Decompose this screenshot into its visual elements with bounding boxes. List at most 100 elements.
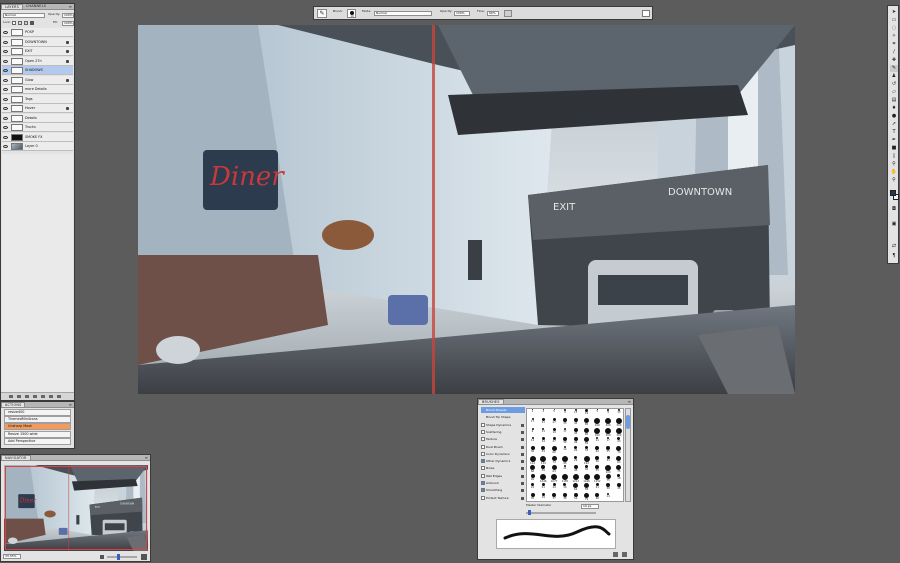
link-layers-icon[interactable] — [9, 395, 13, 398]
lock-transparent-icon[interactable] — [12, 21, 16, 25]
layer-opacity-field[interactable]: 100% — [62, 13, 74, 18]
brush-preset[interactable]: 48 — [592, 492, 603, 501]
airbrush-toggle-icon[interactable] — [504, 10, 512, 17]
layer-row[interactable]: SHADOWS — [2, 66, 73, 75]
slice-tool-icon[interactable]: / — [890, 49, 898, 56]
brush-option-lock-icon[interactable] — [521, 482, 524, 485]
brush-option-lock-icon[interactable] — [521, 467, 524, 471]
panel-menu-icon[interactable]: ≡ — [145, 455, 148, 460]
brush-preset[interactable]: 54 — [570, 492, 581, 501]
blur-tool-icon[interactable]: ♦ — [890, 105, 898, 112]
dodge-tool-icon[interactable]: ● — [890, 113, 898, 120]
visibility-eye-icon[interactable] — [3, 40, 8, 44]
brush-option-lock-icon[interactable] — [521, 489, 524, 493]
brush-option-lock-icon[interactable] — [521, 438, 524, 442]
brush-option-checkbox[interactable] — [481, 466, 485, 471]
marquee-tool-icon[interactable]: ▭ — [890, 17, 898, 24]
tab-navigator[interactable]: NAVIGATOR — [1, 455, 31, 460]
layer-row[interactable]: Hover — [2, 104, 73, 113]
brush-option-lock-icon[interactable] — [521, 474, 524, 478]
brush-preset[interactable]: 79 — [581, 492, 592, 501]
brush-option-checkbox[interactable] — [481, 459, 485, 464]
layer-row[interactable]: Trucks — [2, 123, 73, 132]
visibility-eye-icon[interactable] — [3, 126, 8, 129]
action-item[interactable]: ThemedMiniIcons — [4, 416, 71, 424]
brush-option-row[interactable]: Noise — [481, 465, 525, 471]
layer-row[interactable]: EXIT — [2, 47, 73, 56]
brush-option-row[interactable]: Shape Dynamics — [481, 422, 525, 428]
add-mask-icon[interactable] — [25, 395, 29, 398]
brush-option-checkbox[interactable] — [481, 444, 485, 449]
palette-well-icon[interactable] — [642, 10, 650, 17]
jump-to-imageready-icon[interactable]: ⇄ — [890, 243, 898, 250]
layer-row[interactable]: more Details — [2, 85, 73, 94]
tab-layers[interactable]: LAYERS — [1, 4, 23, 9]
brush-preset[interactable]: 19 — [538, 492, 549, 501]
brush-option-row[interactable]: Wet Edges — [481, 473, 525, 479]
tab-brushes[interactable]: BRUSHES — [478, 399, 504, 404]
visibility-eye-icon[interactable] — [3, 135, 8, 139]
brush-option-lock-icon[interactable] — [521, 452, 524, 456]
move-tool-icon[interactable]: ➤ — [890, 9, 898, 16]
new-layer-icon[interactable] — [49, 395, 53, 398]
visibility-eye-icon[interactable] — [3, 31, 8, 34]
brush-preset[interactable]: 45 — [613, 483, 623, 493]
brush-preset[interactable]: 38 — [559, 492, 570, 501]
flow-field[interactable]: 60% — [487, 11, 499, 16]
brush-option-lock-icon[interactable] — [521, 460, 524, 464]
layer-style-icon[interactable] — [17, 395, 21, 398]
zoom-slider-thumb[interactable] — [117, 554, 120, 560]
visibility-eye-icon[interactable] — [3, 145, 8, 148]
layer-row[interactable]: Open 27h — [2, 56, 73, 66]
brush-option-row[interactable]: Dual Brush — [481, 444, 525, 450]
pen-tool-icon[interactable]: ✒ — [890, 137, 898, 144]
magic-wand-tool-icon[interactable]: ✧ — [890, 33, 898, 40]
brush-option-lock-icon[interactable] — [521, 430, 524, 434]
brush-tool-preset-icon[interactable]: ✎ — [317, 9, 327, 18]
action-item[interactable]: Resize 1500 wide — [4, 430, 71, 438]
hand-tool-icon[interactable]: ✋ — [890, 169, 898, 176]
visibility-eye-icon[interactable] — [3, 69, 8, 72]
canvas-artwork[interactable]: Diner EXIT DOWNTOWN — [138, 25, 795, 394]
layer-row[interactable]: SMOKE FX — [2, 132, 73, 142]
delete-brush-icon[interactable] — [622, 552, 627, 557]
panel-menu-icon[interactable]: ≡ — [69, 4, 72, 9]
brush-preset[interactable]: 14 — [603, 492, 614, 501]
brush-option-row[interactable]: Brush Tip Shape — [481, 414, 525, 420]
healing-brush-tool-icon[interactable]: ✚ — [890, 57, 898, 64]
brush-option-row[interactable]: Protect Texture — [481, 495, 525, 501]
brush-option-row[interactable]: Brush Presets — [481, 407, 525, 413]
brush-option-checkbox[interactable] — [481, 473, 485, 478]
opacity-field[interactable]: 100% — [454, 11, 470, 16]
brush-option-row[interactable]: Texture — [481, 436, 525, 442]
zoom-slider[interactable] — [107, 554, 137, 560]
shape-tool-icon[interactable]: ■ — [890, 145, 898, 152]
brush-option-row[interactable]: Smoothing — [481, 487, 525, 493]
layer-row[interactable]: Tags — [2, 94, 73, 104]
brush-option-checkbox[interactable] — [481, 437, 485, 442]
visibility-eye-icon[interactable] — [3, 107, 8, 110]
visibility-eye-icon[interactable] — [3, 59, 8, 63]
brush-option-checkbox[interactable] — [481, 488, 485, 493]
panel-menu-icon[interactable]: ≡ — [628, 399, 631, 404]
visibility-eye-icon[interactable] — [3, 116, 8, 120]
brush-grid-scroll-thumb[interactable] — [626, 415, 630, 429]
lock-image-icon[interactable] — [18, 21, 22, 25]
layer-row[interactable]: Details — [2, 113, 73, 123]
master-diameter-slider-thumb[interactable] — [528, 510, 531, 515]
new-group-icon[interactable] — [41, 395, 45, 398]
adjustment-layer-icon[interactable] — [33, 395, 37, 398]
gradient-tool-icon[interactable]: ▤ — [890, 97, 898, 104]
master-diameter-field[interactable]: 19 px — [581, 504, 599, 509]
new-brush-icon[interactable] — [613, 552, 618, 557]
screen-mode-icon[interactable]: ▣ — [890, 221, 898, 228]
action-item[interactable]: resize400 — [4, 409, 71, 416]
layer-row[interactable]: Layer 0 — [2, 142, 73, 151]
brush-option-checkbox[interactable] — [481, 451, 485, 456]
lasso-tool-icon[interactable]: ◌ — [890, 25, 898, 32]
zoom-out-icon[interactable] — [100, 555, 104, 559]
layer-row[interactable]: POSP — [2, 28, 73, 37]
panel-menu-icon[interactable]: ≡ — [69, 402, 72, 407]
path-selection-tool-icon[interactable]: ➚ — [890, 121, 898, 128]
action-item[interactable]: Add Perspective — [4, 437, 71, 445]
